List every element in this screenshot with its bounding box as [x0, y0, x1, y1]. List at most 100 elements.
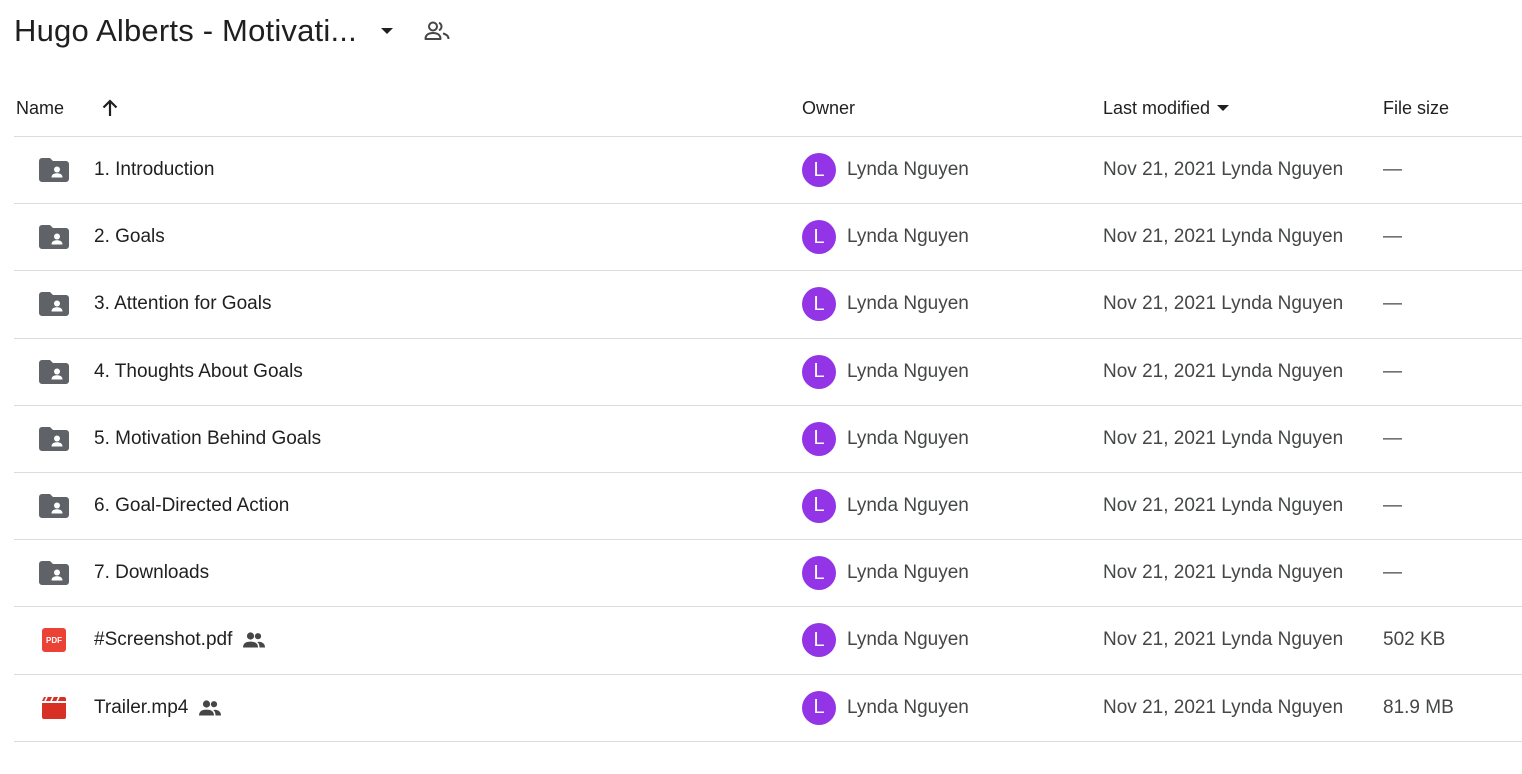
- owner-name: Lynda Nguyen: [847, 360, 969, 382]
- folder-shared-icon: [38, 540, 70, 606]
- last-modified-cell: Nov 21, 2021 Lynda Nguyen: [1103, 226, 1344, 248]
- file-size-cell: —: [1383, 293, 1402, 315]
- owner-name: Lynda Nguyen: [847, 159, 969, 180]
- owner-name: Lynda Nguyen: [847, 562, 969, 584]
- column-header-last-modified[interactable]: Last modified: [1103, 80, 1230, 136]
- owner-cell: L Lynda Nguyen: [802, 473, 969, 539]
- column-header-file-size: File size: [1383, 97, 1450, 118]
- last-modified-cell: Nov 21, 2021 Lynda Nguyen: [1103, 427, 1344, 449]
- owner-cell: L Lynda Nguyen: [802, 137, 969, 203]
- file-size-cell: —: [1383, 494, 1402, 516]
- file-row[interactable]: 3. Attention for Goals L Lynda Nguyen Nov 2…: [14, 271, 1522, 339]
- owner-name: Lynda Nguyen: [847, 696, 969, 718]
- file-size-cell: —: [1383, 427, 1402, 449]
- pdf-icon-label: PDF: [46, 635, 62, 645]
- file-name: 7. Downloads: [94, 562, 210, 584]
- column-header-name[interactable]: Name: [16, 80, 64, 136]
- file-name: 4. Thoughts About Goals: [94, 360, 303, 382]
- file-row[interactable]: 1. Introduction L Lynda Nguyen Nov 21, 2021…: [14, 137, 1522, 205]
- caret-down-icon: [1217, 105, 1230, 111]
- file-row[interactable]: 5. Motivation Behind Goals L Lynda Nguyen N…: [14, 406, 1522, 473]
- file-name-cell[interactable]: 6. Goal-Directed Action: [94, 473, 289, 539]
- last-modified-cell: Nov 21, 2021 Lynda Nguyen: [1103, 159, 1344, 180]
- file-name: #Screenshot.pdf: [94, 629, 233, 651]
- pdf-icon: PDF: [38, 607, 70, 673]
- owner-cell: L Lynda Nguyen: [802, 271, 969, 337]
- file-row[interactable]: 4. Thoughts About Goals L Lynda Nguyen Nov …: [14, 339, 1522, 406]
- owner-cell: L Lynda Nguyen: [802, 607, 969, 673]
- video-icon: [38, 675, 70, 741]
- file-row[interactable]: 6. Goal-Directed Action L Lynda Nguyen Nov …: [14, 473, 1522, 541]
- folder-title: Hugo Alberts - Motivati...: [14, 13, 357, 48]
- file-name-cell[interactable]: #Screenshot.pdf: [94, 607, 266, 673]
- file-name: Trailer.mp4: [94, 696, 189, 718]
- owner-cell: L Lynda Nguyen: [802, 406, 969, 472]
- owner-name: Lynda Nguyen: [847, 226, 969, 248]
- folder-shared-icon: [38, 339, 70, 405]
- file-row[interactable]: Trailer.mp4 L Lynda Nguyen Nov 21, 2021 Lyn…: [14, 675, 1522, 742]
- owner-avatar[interactable]: L: [802, 287, 836, 322]
- owner-avatar[interactable]: L: [802, 220, 836, 255]
- file-row[interactable]: PDF #Screenshot.pdf L Lynda Nguyen Nov 21, 2…: [14, 607, 1522, 675]
- folder-shared-icon: [38, 137, 70, 203]
- owner-name: Lynda Nguyen: [847, 494, 969, 516]
- owner-name: Lynda Nguyen: [847, 427, 969, 449]
- column-header-owner: Owner: [802, 97, 856, 118]
- file-name: 6. Goal-Directed Action: [94, 494, 290, 516]
- owner-cell: L Lynda Nguyen: [802, 204, 969, 270]
- file-row[interactable]: 2. Goals L Lynda Nguyen Nov 21, 2021 Lynda …: [14, 204, 1522, 272]
- file-row[interactable]: 7. Downloads L Lynda Nguyen Nov 21, 2021 Ly…: [14, 540, 1522, 608]
- file-name: 3. Attention for Goals: [94, 293, 272, 315]
- folder-shared-icon: [38, 406, 70, 472]
- shared-folder-button[interactable]: [419, 13, 455, 49]
- shared-people-icon: [242, 631, 266, 649]
- file-name-cell[interactable]: 7. Downloads: [94, 540, 209, 606]
- shared-people-icon: [198, 699, 222, 717]
- folder-menu-button[interactable]: [369, 13, 405, 49]
- last-modified-cell: Nov 21, 2021 Lynda Nguyen: [1103, 696, 1344, 718]
- file-size-cell: —: [1383, 562, 1402, 584]
- folder-shared-icon: [38, 271, 70, 337]
- rows-container: 1. Introduction L Lynda Nguyen Nov 21, 2021…: [14, 137, 1522, 742]
- owner-avatar[interactable]: L: [802, 421, 836, 456]
- file-size-cell: 502 KB: [1383, 629, 1446, 651]
- file-size-cell: 81.9 MB: [1383, 696, 1454, 718]
- last-modified-cell: Nov 21, 2021 Lynda Nguyen: [1103, 629, 1344, 651]
- file-name-cell[interactable]: 2. Goals: [94, 204, 165, 270]
- people-outline-icon: [424, 21, 450, 40]
- last-modified-cell: Nov 21, 2021 Lynda Nguyen: [1103, 360, 1344, 382]
- owner-name: Lynda Nguyen: [847, 293, 969, 315]
- file-name-cell[interactable]: 3. Attention for Goals: [94, 271, 271, 337]
- owner-cell: L Lynda Nguyen: [802, 540, 969, 606]
- owner-avatar[interactable]: L: [802, 354, 836, 389]
- file-list: Name Owner Last modified File size 1. In…: [14, 80, 1522, 742]
- owner-avatar[interactable]: L: [802, 556, 836, 591]
- owner-cell: L Lynda Nguyen: [802, 339, 969, 405]
- owner-avatar[interactable]: L: [802, 153, 836, 187]
- owner-cell: L Lynda Nguyen: [802, 675, 969, 741]
- file-name: 1. Introduction: [94, 159, 215, 180]
- file-name-cell[interactable]: 4. Thoughts About Goals: [94, 339, 303, 405]
- column-header-row: Name Owner Last modified File size: [14, 80, 1522, 137]
- last-modified-cell: Nov 21, 2021 Lynda Nguyen: [1103, 494, 1344, 516]
- file-name-cell[interactable]: 5. Motivation Behind Goals: [94, 406, 321, 472]
- file-name: 5. Motivation Behind Goals: [94, 427, 322, 449]
- folder-shared-icon: [38, 204, 70, 270]
- folder-shared-icon: [38, 473, 70, 539]
- file-size-cell: —: [1383, 159, 1402, 180]
- file-size-cell: —: [1383, 226, 1402, 248]
- last-modified-label: Last modified: [1103, 97, 1211, 118]
- sort-direction-button[interactable]: [98, 80, 122, 136]
- owner-name: Lynda Nguyen: [847, 629, 969, 651]
- owner-avatar[interactable]: L: [802, 488, 836, 523]
- title-bar: Hugo Alberts - Motivati...: [14, 8, 455, 54]
- file-name-cell[interactable]: 1. Introduction: [94, 137, 214, 203]
- arrow-up-icon: [102, 99, 118, 116]
- owner-avatar[interactable]: L: [802, 623, 836, 658]
- file-name-cell[interactable]: Trailer.mp4: [94, 675, 222, 741]
- file-size-cell: —: [1383, 360, 1402, 382]
- caret-down-icon: [380, 28, 393, 34]
- owner-avatar[interactable]: L: [802, 690, 836, 725]
- last-modified-cell: Nov 21, 2021 Lynda Nguyen: [1103, 562, 1344, 584]
- file-name: 2. Goals: [94, 226, 165, 248]
